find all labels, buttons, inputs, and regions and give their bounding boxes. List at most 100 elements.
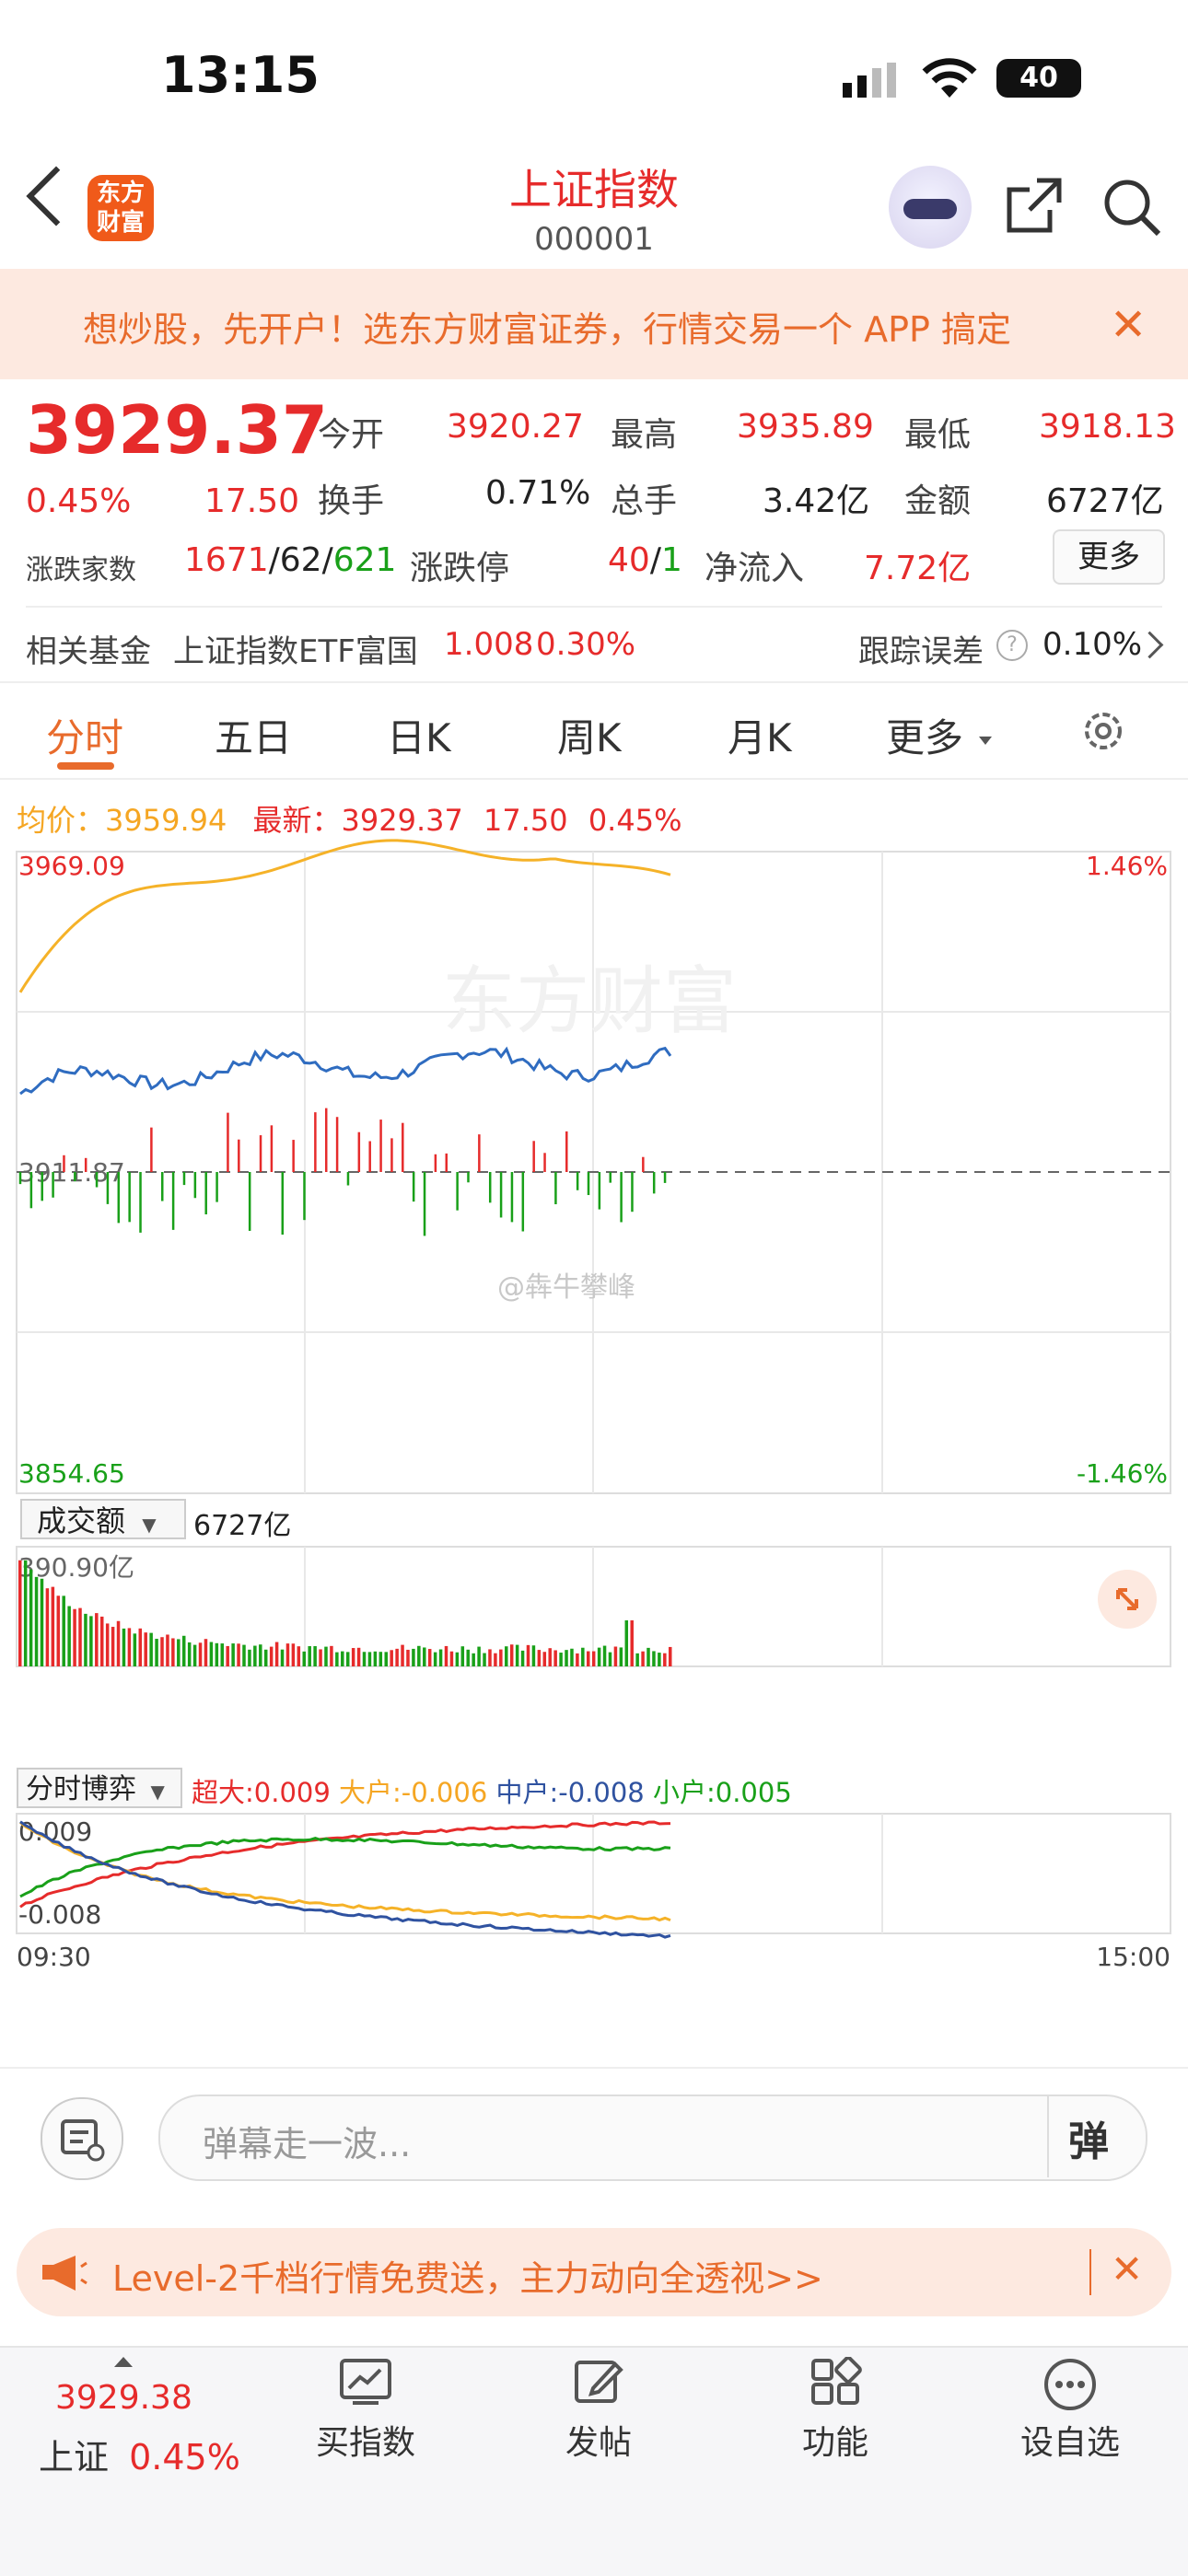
volume-bar: [133, 1633, 137, 1666]
danmu-input-placeholder[interactable]: 弹幕走一波...: [203, 2116, 411, 2166]
volume-bar: [669, 1646, 672, 1666]
legend-mid: 中户:-0.008: [495, 1777, 645, 1808]
caret-up-icon: [114, 2357, 133, 2367]
intraday-chart[interactable]: 东方财富 3969.09 3911.87 3854.65 1.46% -1.46…: [0, 829, 1188, 2062]
adv-decl-counts: 1671/62/621: [184, 541, 396, 579]
open-value: 3920.27: [447, 408, 584, 446]
limit-counts: 40/1: [608, 541, 682, 579]
adv-up: 1671: [184, 541, 269, 579]
current-price: 3929.37: [26, 391, 328, 469]
divider: [0, 778, 1188, 780]
tab-daily-k[interactable]: 日K: [387, 707, 451, 763]
volume-bar: [345, 1652, 350, 1666]
level2-promo-text[interactable]: Level-2千档行情免费送，主力动向全透视>>: [112, 2250, 823, 2301]
volume-bar: [319, 1649, 322, 1666]
search-icon[interactable]: [1101, 177, 1162, 241]
open-label: 今开: [318, 416, 385, 454]
help-icon[interactable]: ?: [996, 630, 1028, 661]
volume-bar: [263, 1649, 268, 1666]
volume-selector[interactable]: 成交额 ▼: [20, 1499, 186, 1539]
volume-bar: [608, 1652, 612, 1666]
fund-price: 1.008: [444, 626, 534, 663]
volume-bar: [116, 1620, 121, 1666]
divider: [0, 2067, 1188, 2069]
nav-post[interactable]: 发帖: [516, 2357, 681, 2464]
volume-bar: [313, 1646, 317, 1666]
volume-bar: [472, 1653, 475, 1666]
fund-label: 相关基金: [26, 633, 151, 670]
fund-pct: 0.30%: [536, 626, 636, 663]
volume-bar: [237, 1643, 240, 1666]
tab-weekly-k[interactable]: 周K: [557, 707, 622, 763]
change-percent: 0.45%: [26, 482, 132, 520]
volume-bar: [466, 1649, 470, 1666]
nav-buy-index[interactable]: 买指数: [283, 2357, 448, 2464]
nav-index-price[interactable]: 3929.38: [55, 2379, 192, 2417]
assistant-avatar[interactable]: [889, 166, 972, 249]
comment-list-icon[interactable]: [41, 2097, 123, 2180]
more-button[interactable]: 更多: [1053, 529, 1165, 585]
close-icon[interactable]: ✕: [1111, 2246, 1143, 2292]
settings-icon[interactable]: [1079, 707, 1127, 759]
legend-super: 超大:0.009: [192, 1777, 331, 1808]
low-value: 3918.13: [1039, 408, 1176, 446]
volume-bar: [531, 1645, 536, 1666]
edit-icon: [571, 2357, 626, 2405]
nav-index[interactable]: 上证 0.45%: [39, 2429, 240, 2479]
volume-bar: [291, 1643, 296, 1666]
expand-icon[interactable]: [1098, 1570, 1157, 1629]
fund-name[interactable]: 上证指数ETF富国: [173, 626, 418, 671]
tracking-error-label[interactable]: 跟踪误差: [858, 626, 984, 671]
nav-add-watchlist[interactable]: 设自选: [987, 2357, 1153, 2464]
amount-label: 金额: [904, 482, 972, 520]
volume-bar: [356, 1647, 361, 1666]
flow-mid-line: [19, 1820, 671, 1939]
volume-bar: [285, 1643, 290, 1666]
tab-5day[interactable]: 五日: [215, 707, 292, 763]
volume-bar: [559, 1653, 563, 1666]
volume-bar: [591, 1651, 596, 1666]
volume-bar: [406, 1649, 410, 1666]
tab-monthly-k[interactable]: 月K: [728, 707, 792, 763]
volume-bar: [576, 1653, 579, 1666]
share-icon[interactable]: [1004, 175, 1065, 239]
volume-bar: [433, 1652, 437, 1666]
close-icon[interactable]: ✕: [1110, 299, 1147, 351]
volume-bar: [111, 1627, 115, 1666]
volume-bar: [280, 1649, 285, 1666]
pct-axis-top: 1.46%: [1086, 851, 1168, 881]
volume-bar: [209, 1642, 214, 1666]
volume-bar: [384, 1652, 388, 1666]
volume-bar: [34, 1576, 39, 1666]
volume-bar: [242, 1644, 246, 1666]
volume-bar: [18, 1560, 22, 1666]
volume-bar: [658, 1653, 661, 1666]
volume-bar: [526, 1644, 530, 1666]
battery-level: 40: [1019, 62, 1058, 94]
volume-bar: [581, 1647, 585, 1666]
volume-bar: [67, 1606, 71, 1666]
volume-selector-label: 成交额: [37, 1503, 126, 1538]
inflow-label: 净流入: [705, 550, 805, 587]
volume-bar: [587, 1651, 590, 1666]
flow-selector[interactable]: 分时博弈 ▼: [17, 1768, 182, 1808]
x-axis-start: 09:30: [17, 1942, 91, 1972]
volume-bar: [602, 1645, 607, 1666]
volume-bar: [177, 1639, 181, 1666]
nav-functions[interactable]: 功能: [752, 2356, 918, 2464]
volume-bar: [187, 1642, 192, 1666]
wifi-icon: [921, 57, 978, 103]
tab-intraday[interactable]: 分时: [46, 707, 123, 763]
limit-sep: /: [649, 541, 661, 579]
tab-more[interactable]: 更多: [886, 707, 963, 763]
volume-bar: [570, 1648, 574, 1666]
watermark: 东方财富: [442, 958, 737, 1044]
danmu-toggle-button[interactable]: 弹: [1068, 2108, 1109, 2167]
signal-icon: [843, 63, 898, 101]
volume-bar: [548, 1648, 552, 1666]
ad-banner-text[interactable]: 想炒股，先开户！选东方财富证券，行情交易一个 APP 搞定: [83, 301, 1077, 352]
volume-bar: [624, 1620, 629, 1666]
weibo-watermark: @犇牛攀峰: [497, 1271, 635, 1304]
flow-super-line: [19, 1820, 671, 1909]
volume-bar: [99, 1616, 104, 1666]
